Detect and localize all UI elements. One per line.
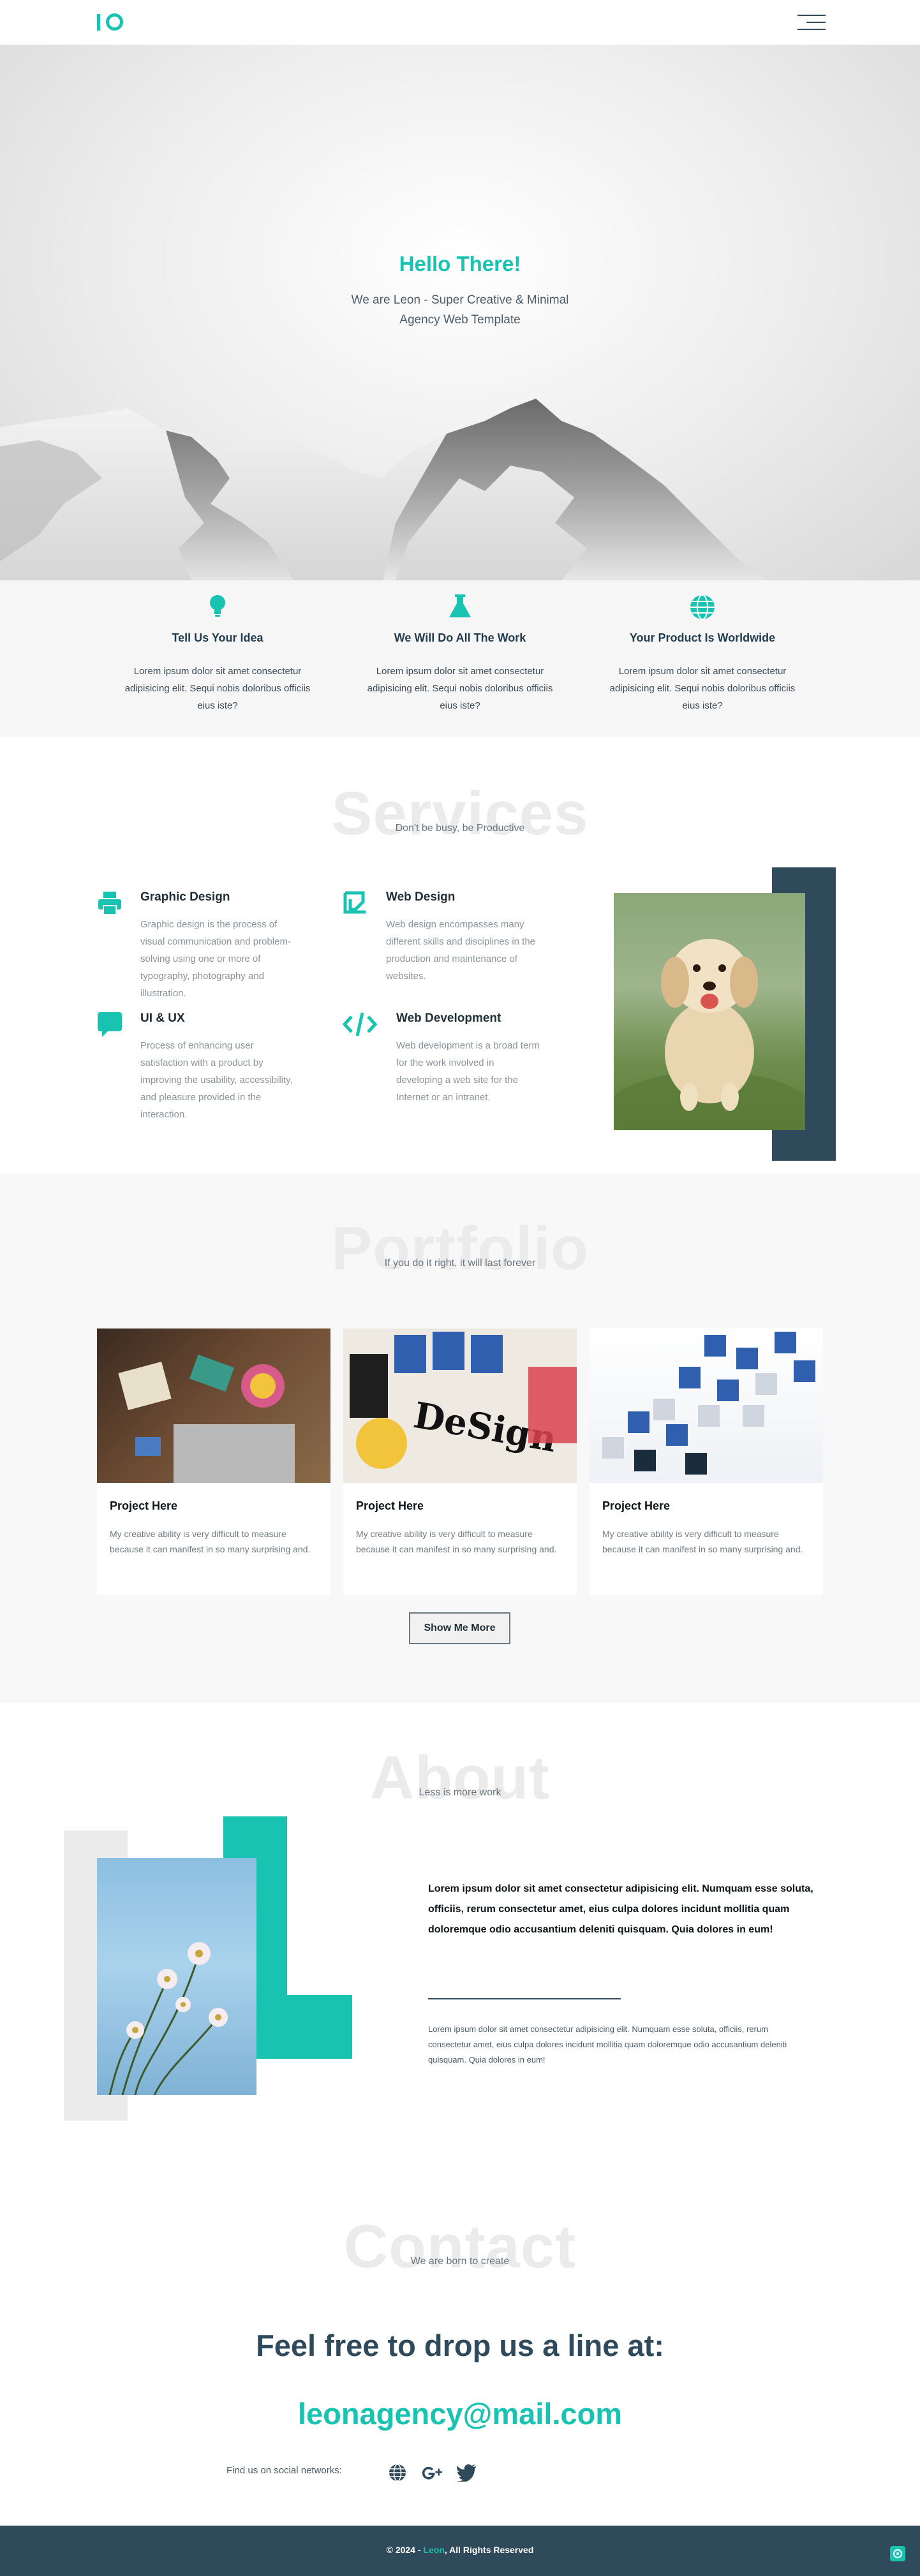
project-title: Project Here xyxy=(110,1499,178,1512)
feature-text: Lorem ipsum dolor sit amet consectetur a… xyxy=(367,666,553,711)
code-icon xyxy=(342,1012,378,1040)
about-body-text: Lorem ipsum dolor sit amet consectetur a… xyxy=(428,2024,787,2064)
portfolio-section: Portfolio If you do it right, it will la… xyxy=(0,1174,920,1703)
feature-title: We Will Do All The Work xyxy=(394,631,526,644)
back-to-top-icon[interactable] xyxy=(890,2546,905,2561)
portfolio-heading: Portfolio If you do it right, it will la… xyxy=(0,1218,920,1279)
about-tagline: Less is more work xyxy=(419,1787,501,1798)
chat-icon xyxy=(97,1012,122,1041)
service-text: Process of enhancing user satisfaction w… xyxy=(140,1040,293,1120)
hero-section: Hello There! We are Leon - Super Creativ… xyxy=(0,45,920,580)
feature-text: Lorem ipsum dolor sit amet consectetur a… xyxy=(124,666,311,711)
crop-icon xyxy=(343,890,368,919)
service-text: Web design encompasses many different sk… xyxy=(386,919,536,982)
services-ghost-title: Services xyxy=(331,779,589,848)
feature-title: Your Product Is Worldwide xyxy=(629,631,776,644)
logo-ring-mark xyxy=(106,13,123,31)
lightbulb-icon xyxy=(119,580,316,626)
feature-title: Tell Us Your Idea xyxy=(172,631,263,644)
project-image-design: DeSign xyxy=(343,1328,577,1483)
divider xyxy=(428,1998,621,1999)
flask-icon xyxy=(361,580,559,626)
project-title: Project Here xyxy=(602,1499,671,1512)
contact-headline: Feel free to drop us a line at: xyxy=(256,2329,664,2362)
copyright-text: © 2024 - Leon, All Rights Reserved xyxy=(0,2545,920,2555)
project-text: My creative ability is very difficult to… xyxy=(110,1529,311,1554)
portfolio-ghost-title: Portfolio xyxy=(331,1214,589,1283)
feature-text: Lorem ipsum dolor sit amet consectetur a… xyxy=(609,666,796,711)
show-more-button[interactable]: Show Me More xyxy=(409,1612,510,1644)
logo[interactable] xyxy=(97,13,123,31)
contact-heading: Contact We are born to create xyxy=(0,2216,920,2278)
about-heading: About Less is more work xyxy=(0,1748,920,1809)
copyright-suffix: , All Rights Reserved xyxy=(444,2545,534,2555)
twitter-icon[interactable] xyxy=(456,2463,477,2482)
project-card[interactable]: Project Here My creative ability is very… xyxy=(590,1328,823,1595)
project-image-desk xyxy=(97,1328,330,1483)
hamburger-menu-icon[interactable] xyxy=(798,13,826,32)
project-text: My creative ability is very difficult to… xyxy=(356,1529,557,1554)
feature-item: Your Product Is Worldwide Lorem ipsum do… xyxy=(604,580,801,714)
project-title: Project Here xyxy=(356,1499,424,1512)
feature-item: We Will Do All The Work Lorem ipsum dolo… xyxy=(361,580,559,714)
hero-subtitle: We are Leon - Super Creative & Minimal A… xyxy=(351,293,569,327)
service-title: Web Development xyxy=(396,1012,501,1025)
project-card[interactable]: Project Here My creative ability is very… xyxy=(97,1328,330,1595)
features-section: Tell Us Your Idea Lorem ipsum dolor sit … xyxy=(0,580,920,737)
google-plus-icon[interactable] xyxy=(421,2463,443,2482)
globe-icon xyxy=(604,580,801,626)
printer-icon xyxy=(97,890,122,919)
globe-icon[interactable] xyxy=(387,2463,408,2482)
service-title: Graphic Design xyxy=(140,890,230,904)
project-image-cubes xyxy=(590,1328,823,1483)
brand-link[interactable]: Leon xyxy=(423,2545,444,2555)
project-card[interactable]: DeSign Project Here My creative ability … xyxy=(343,1328,577,1595)
project-text: My creative ability is very difficult to… xyxy=(602,1529,803,1554)
contact-email-link[interactable]: leonagency@mail.com xyxy=(0,2396,920,2431)
services-heading: Services Don't be busy, be Productive xyxy=(0,783,920,844)
flowers-photo xyxy=(97,1858,256,2095)
service-text: Graphic design is the process of visual … xyxy=(140,919,291,999)
service-text: Web development is a broad term for the … xyxy=(396,1040,540,1103)
contact-ghost-title: Contact xyxy=(343,2212,577,2281)
social-label: Find us on social networks: xyxy=(226,2465,342,2476)
feature-item: Tell Us Your Idea Lorem ipsum dolor sit … xyxy=(119,580,316,714)
hero-title: Hello There! xyxy=(399,252,521,276)
logo-bar-mark xyxy=(97,13,100,31)
footer: © 2024 - Leon, All Rights Reserved xyxy=(0,2526,920,2576)
mountains-illustration xyxy=(0,399,766,580)
service-title: UI & UX xyxy=(140,1012,185,1025)
copyright-prefix: © 2024 - xyxy=(386,2545,424,2555)
contact-tagline: We are born to create xyxy=(410,2256,510,2267)
portfolio-tagline: If you do it right, it will last forever xyxy=(384,1258,536,1269)
puppy-photo xyxy=(614,893,805,1130)
service-title: Web Design xyxy=(386,890,456,904)
top-navbar xyxy=(0,0,920,45)
about-lead-text: Lorem ipsum dolor sit amet consectetur a… xyxy=(428,1883,813,1935)
services-tagline: Don't be busy, be Productive xyxy=(395,823,525,834)
about-ghost-title: About xyxy=(369,1744,551,1812)
